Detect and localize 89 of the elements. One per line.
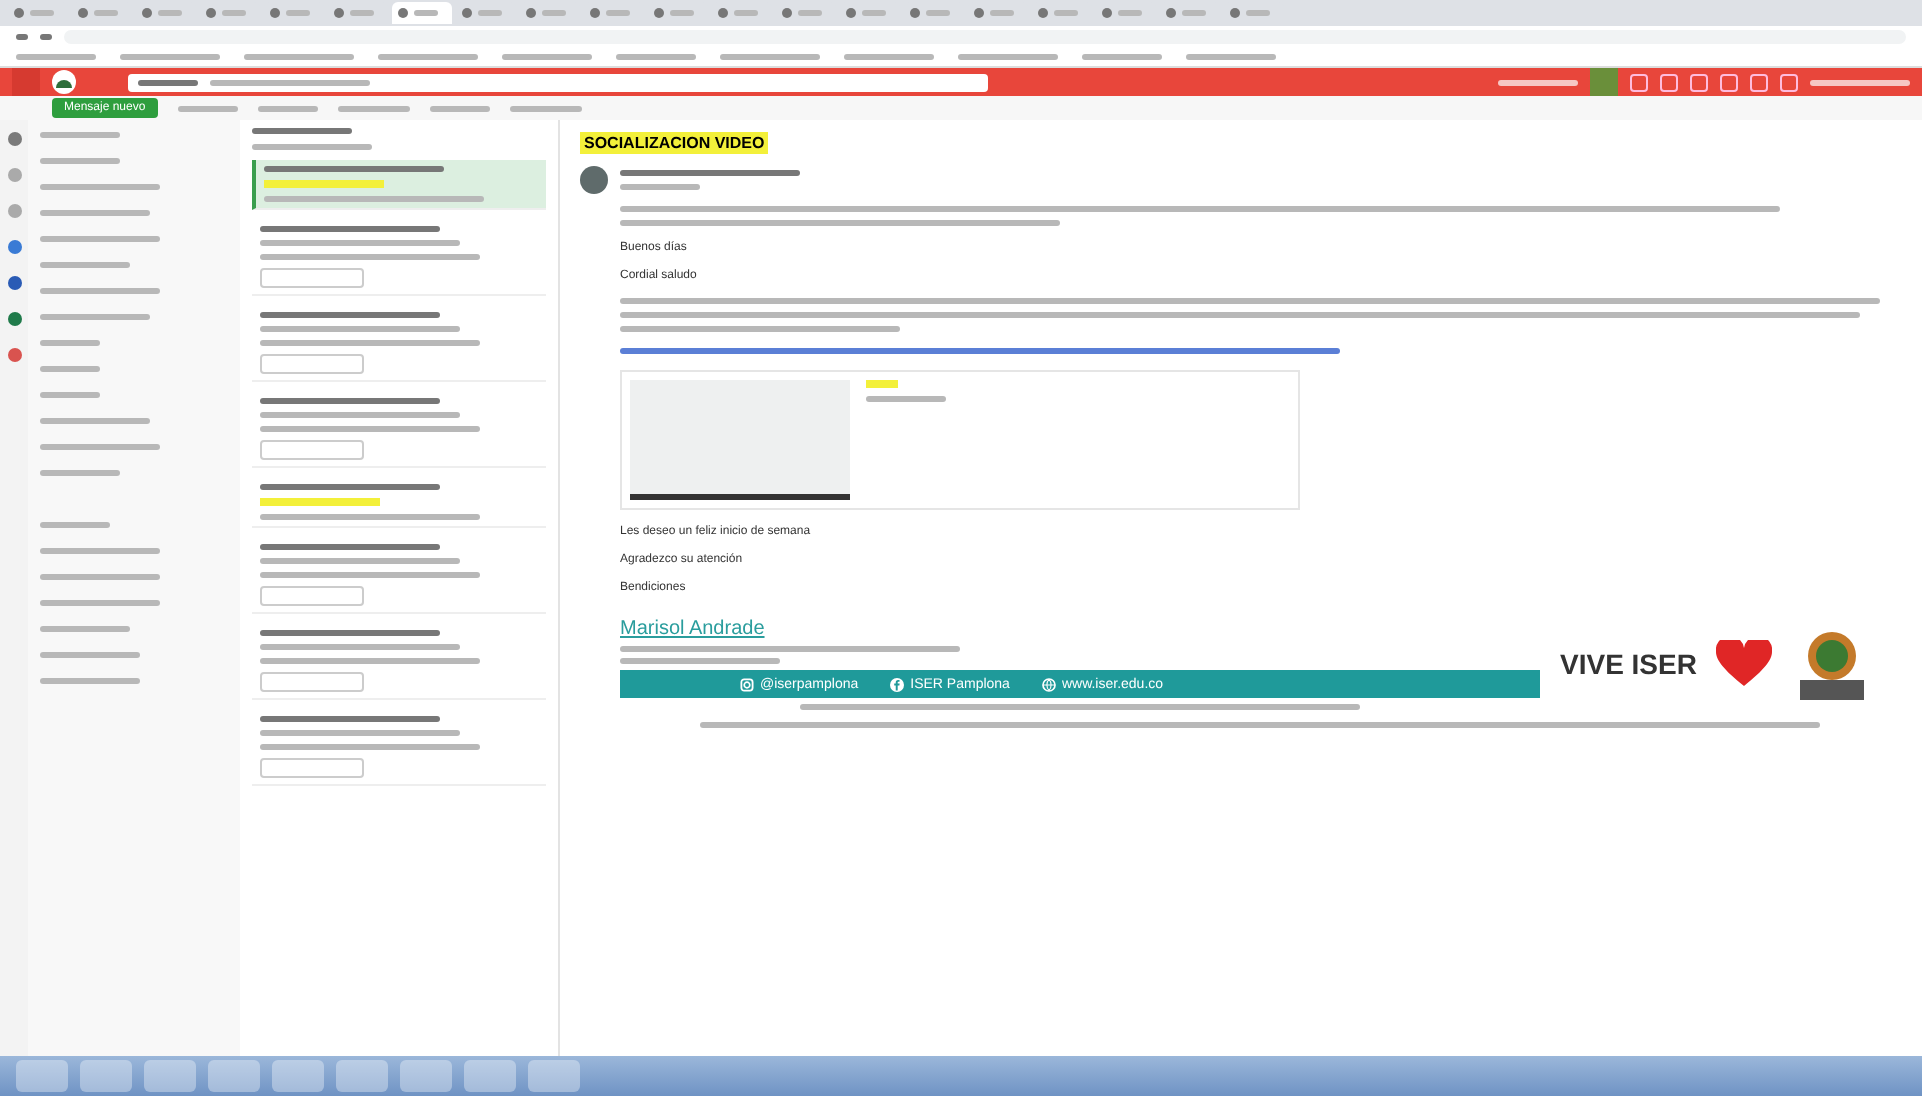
blurred-text	[120, 53, 220, 59]
message-item[interactable]	[252, 624, 546, 700]
message-item[interactable]	[252, 306, 546, 382]
blurred-text	[798, 10, 822, 16]
blurred-text	[844, 53, 934, 59]
blurred-text	[40, 600, 160, 606]
message-item[interactable]	[252, 710, 546, 786]
blurred-text	[734, 10, 758, 16]
blurred-text	[1498, 79, 1578, 85]
blurred-text	[257, 105, 318, 111]
blurred-text	[40, 158, 120, 164]
blurred-text	[606, 10, 630, 16]
browser-tab[interactable]	[392, 2, 452, 24]
app-icon[interactable]	[7, 240, 21, 254]
blurred-text	[40, 262, 130, 268]
blurred-text	[158, 10, 182, 16]
blurred-text	[244, 53, 354, 59]
blurred-text	[40, 444, 160, 450]
blurred-text	[990, 10, 1014, 16]
blurred-text	[252, 144, 372, 150]
blurred-text	[866, 396, 946, 402]
blurred-text	[862, 10, 886, 16]
blurred-text	[40, 392, 100, 398]
search-highlight	[260, 498, 380, 506]
blurred-text	[429, 105, 490, 111]
app-icon[interactable]	[7, 348, 21, 362]
blurred-text	[30, 10, 54, 16]
message-item[interactable]	[252, 538, 546, 614]
blurred-text	[16, 53, 96, 59]
blurred-text	[40, 470, 120, 476]
blurred-text	[720, 53, 820, 59]
message-item[interactable]	[252, 478, 546, 528]
blurred-text	[40, 132, 120, 138]
app-icon[interactable]	[7, 132, 21, 146]
blurred-text	[286, 10, 310, 16]
blurred-text	[177, 105, 238, 111]
avatar	[580, 166, 608, 194]
blurred-text	[378, 53, 478, 59]
blurred-text	[40, 236, 160, 242]
blurred-text	[40, 210, 150, 216]
blurred-text	[1182, 10, 1206, 16]
blurred-text	[670, 10, 694, 16]
blurred-text	[926, 10, 950, 16]
blurred-text	[509, 105, 582, 111]
blurred-text	[1186, 53, 1276, 59]
blurred-text	[502, 53, 592, 59]
blurred-text	[414, 10, 438, 16]
blurred-text	[252, 128, 352, 134]
globe-icon	[1041, 677, 1056, 691]
blurred-text	[222, 10, 246, 16]
blurred-text	[616, 53, 696, 59]
blurred-text	[1118, 10, 1142, 16]
brand-logo-text: VIVE ISER	[1560, 648, 1697, 680]
blurred-text	[40, 340, 100, 346]
email-subject: SOCIALIZACION VIDEO	[580, 132, 769, 154]
blurred-text	[542, 10, 566, 16]
blurred-text	[40, 314, 150, 320]
blurred-text	[40, 184, 160, 190]
blurred-text	[620, 184, 700, 190]
blurred-text	[1082, 53, 1162, 59]
message-item[interactable]	[252, 160, 546, 210]
heart-icon	[1716, 640, 1773, 688]
blurred-text	[40, 548, 160, 554]
blurred-text	[138, 79, 198, 85]
blurred-text	[958, 53, 1058, 59]
blurred-text	[1810, 79, 1910, 85]
blurred-text	[40, 366, 100, 372]
blurred-text	[94, 10, 118, 16]
blurred-text	[40, 418, 150, 424]
blurred-text	[40, 288, 160, 294]
blurred-text	[478, 10, 502, 16]
signature-name[interactable]: Marisol Andrade	[620, 618, 1540, 640]
instagram-icon	[740, 677, 754, 691]
facebook-icon	[890, 677, 905, 691]
blurred-text	[350, 10, 374, 16]
app-icon[interactable]	[7, 276, 21, 290]
blurred-text	[40, 626, 130, 632]
blurred-text	[40, 574, 160, 580]
blurred-text	[40, 522, 110, 528]
blurred-text	[1246, 10, 1270, 16]
blurred-text	[40, 678, 140, 684]
search-highlight	[264, 180, 384, 188]
search-field[interactable]	[128, 73, 988, 91]
message-item[interactable]	[252, 392, 546, 468]
message-item[interactable]	[252, 220, 546, 296]
blurred-text	[1054, 10, 1078, 16]
app-icon[interactable]	[7, 312, 21, 326]
blurred-text	[40, 652, 140, 658]
blurred-text	[337, 105, 410, 111]
